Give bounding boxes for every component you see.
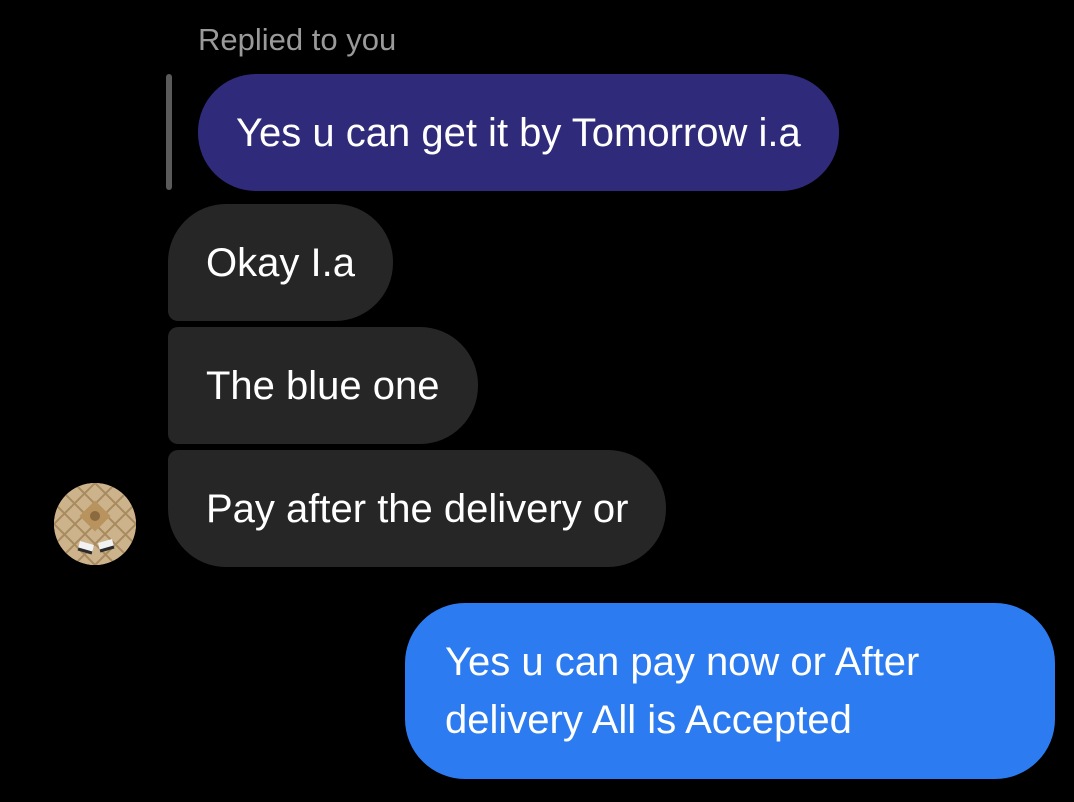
incoming-message-bubble[interactable]: The blue one <box>168 327 478 444</box>
incoming-message-text: Okay I.a <box>206 240 355 285</box>
incoming-message-bubble[interactable]: Okay I.a <box>168 204 393 321</box>
quoted-message-bubble[interactable]: Yes u can get it by Tomorrow i.a <box>198 74 839 191</box>
incoming-message-text: The blue one <box>206 363 440 408</box>
incoming-message-bubble[interactable]: Pay after the delivery or <box>168 450 667 567</box>
quoted-message-text: Yes u can get it by Tomorrow i.a <box>236 110 801 155</box>
avatar-image <box>54 483 136 565</box>
contact-avatar[interactable] <box>54 483 136 565</box>
outgoing-message-text: Yes u can pay now or After delivery All … <box>445 640 920 742</box>
reply-indicator-bar <box>166 74 172 190</box>
replied-to-you-label: Replied to you <box>198 22 397 57</box>
outgoing-message-bubble[interactable]: Yes u can pay now or After delivery All … <box>405 603 1055 779</box>
incoming-message-text: Pay after the delivery or <box>206 486 629 531</box>
